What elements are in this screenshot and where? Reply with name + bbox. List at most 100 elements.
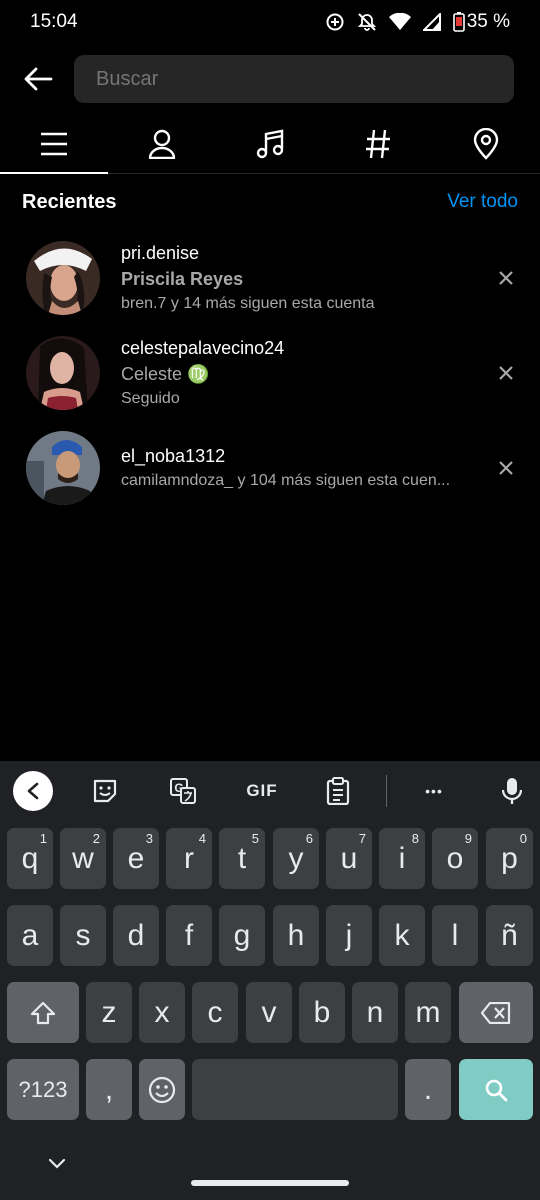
status-bar: 15:04 35 % xyxy=(0,0,540,44)
key-e[interactable]: e3 xyxy=(113,828,159,889)
hashtag-icon xyxy=(366,129,390,158)
search-header xyxy=(0,44,540,114)
notifications-off-icon xyxy=(357,12,377,32)
key-a[interactable]: a xyxy=(7,905,53,966)
translate-button[interactable]: G xyxy=(163,771,203,811)
key-o[interactable]: o9 xyxy=(432,828,478,889)
list-item[interactable]: celestepalavecino24 Celeste ♍ Seguido xyxy=(0,325,540,420)
symbols-key[interactable]: ?123 xyxy=(7,1059,79,1120)
keyboard: G GIF ••• q1 w2 e3 r4 t5 y6 u7 i8 o9 p0 … xyxy=(0,761,540,1200)
key-n[interactable]: n xyxy=(352,982,398,1043)
key-b[interactable]: b xyxy=(299,982,345,1043)
data-saver-icon xyxy=(325,12,345,32)
space-key[interactable] xyxy=(192,1059,398,1120)
key-q[interactable]: q1 xyxy=(7,828,53,889)
key-f[interactable]: f xyxy=(166,905,212,966)
key-hint: 0 xyxy=(519,831,527,846)
clipboard-button[interactable] xyxy=(318,771,358,811)
music-note-icon xyxy=(256,129,284,158)
key-n-tilde[interactable]: ñ xyxy=(486,905,533,966)
sticker-button[interactable] xyxy=(85,771,125,811)
close-icon xyxy=(499,460,513,475)
key-p[interactable]: p0 xyxy=(486,828,533,889)
key-h[interactable]: h xyxy=(273,905,319,966)
sticker-icon xyxy=(93,779,117,803)
tab-tags[interactable] xyxy=(324,114,432,173)
home-handle[interactable] xyxy=(191,1180,349,1186)
key-r[interactable]: r4 xyxy=(166,828,212,889)
shift-key[interactable] xyxy=(7,982,79,1043)
clipboard-icon xyxy=(326,777,350,805)
key-label: r xyxy=(184,841,194,875)
wifi-icon xyxy=(388,13,411,31)
key-v[interactable]: v xyxy=(246,982,292,1043)
keyboard-collapse-button[interactable] xyxy=(13,771,53,811)
key-l[interactable]: l xyxy=(432,905,478,966)
emoji-key[interactable] xyxy=(139,1059,185,1120)
key-i[interactable]: i8 xyxy=(379,828,425,889)
key-label: y xyxy=(288,841,304,875)
tab-accounts[interactable] xyxy=(108,114,216,173)
search-key[interactable] xyxy=(459,1059,533,1120)
search-input[interactable] xyxy=(74,55,514,103)
location-pin-icon xyxy=(473,127,499,160)
item-username: pri.denise xyxy=(121,242,200,263)
avatar[interactable] xyxy=(26,335,100,410)
tab-top[interactable] xyxy=(0,114,108,174)
battery-indicator: 35 % xyxy=(452,11,510,33)
backspace-key[interactable] xyxy=(459,982,533,1043)
back-button[interactable] xyxy=(20,61,56,97)
key-hint: 9 xyxy=(464,831,472,846)
comma-key[interactable]: , xyxy=(86,1059,132,1120)
key-hint: 8 xyxy=(411,831,419,846)
search-tabs xyxy=(0,114,540,174)
key-j[interactable]: j xyxy=(326,905,372,966)
keyboard-toolbar: G GIF ••• xyxy=(0,761,540,821)
key-k[interactable]: k xyxy=(379,905,425,966)
gif-button[interactable]: GIF xyxy=(240,771,284,811)
key-d[interactable]: d xyxy=(113,905,159,966)
hide-keyboard-button[interactable] xyxy=(48,1157,66,1175)
remove-button[interactable] xyxy=(494,266,518,290)
status-time: 15:04 xyxy=(30,11,78,32)
key-label: o xyxy=(446,841,464,875)
item-subtitle: Seguido xyxy=(121,389,180,407)
remove-button[interactable] xyxy=(494,456,518,480)
avatar[interactable] xyxy=(26,240,100,315)
list-item[interactable]: pri.denise Priscila Reyes bren.7 y 14 má… xyxy=(0,230,540,325)
remove-button[interactable] xyxy=(494,361,518,385)
key-c[interactable]: c xyxy=(192,982,238,1043)
key-u[interactable]: u7 xyxy=(326,828,372,889)
voice-input-button[interactable] xyxy=(492,771,532,811)
key-y[interactable]: y6 xyxy=(273,828,319,889)
backspace-icon xyxy=(481,1001,511,1024)
key-s[interactable]: s xyxy=(60,905,106,966)
key-x[interactable]: x xyxy=(139,982,185,1043)
key-hint: 5 xyxy=(251,831,259,846)
tab-audio[interactable] xyxy=(216,114,324,173)
tab-places[interactable] xyxy=(432,114,540,173)
list-item[interactable]: el_noba1312 camilamndoza_ y 104 más sigu… xyxy=(0,420,540,515)
item-subtitle: camilamndoza_ y 104 más siguen esta cuen… xyxy=(121,471,451,489)
avatar[interactable] xyxy=(26,430,100,505)
key-g[interactable]: g xyxy=(219,905,265,966)
key-w[interactable]: w2 xyxy=(60,828,106,889)
battery-level: 35 % xyxy=(466,11,510,32)
key-t[interactable]: t5 xyxy=(219,828,265,889)
item-fullname: Celeste ♍ xyxy=(121,363,210,384)
more-button[interactable]: ••• xyxy=(414,771,454,811)
see-all-link[interactable]: Ver todo xyxy=(447,191,518,213)
chevron-left-icon xyxy=(27,782,39,800)
key-label: u xyxy=(340,841,358,875)
key-z[interactable]: z xyxy=(86,982,132,1043)
toolbar-divider xyxy=(386,775,387,807)
menu-icon xyxy=(41,132,67,155)
key-label: w xyxy=(72,841,94,875)
key-hint: 6 xyxy=(305,831,313,846)
key-m[interactable]: m xyxy=(405,982,451,1043)
recent-title: Recientes xyxy=(22,190,117,213)
key-hint: 1 xyxy=(39,831,47,846)
period-key[interactable]: . xyxy=(405,1059,451,1120)
signal-icon xyxy=(422,13,441,31)
recent-list: pri.denise Priscila Reyes bren.7 y 14 má… xyxy=(0,230,540,515)
